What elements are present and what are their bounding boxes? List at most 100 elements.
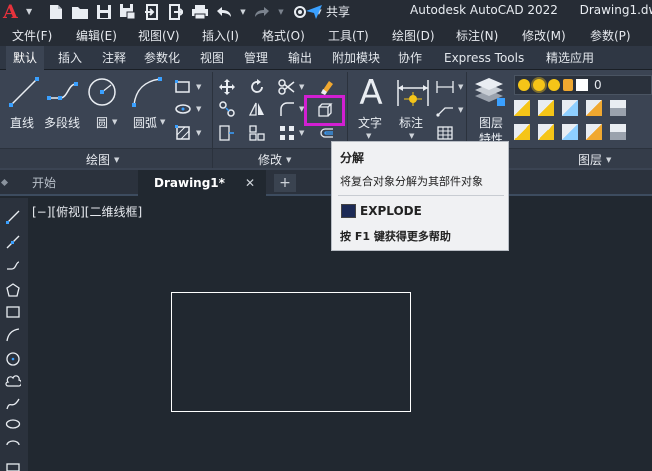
arc-tool[interactable]	[130, 76, 164, 111]
menu-file[interactable]: 文件(F)	[12, 27, 52, 44]
circle-label[interactable]: 圆	[96, 114, 108, 131]
text-label[interactable]: 文字	[358, 114, 382, 131]
trim-tool[interactable]	[276, 76, 298, 98]
layer-properties-tool[interactable]	[473, 76, 507, 111]
layer-thaw-icon[interactable]	[562, 124, 578, 140]
dimension-label[interactable]: 标注	[399, 114, 423, 131]
spline-icon[interactable]	[6, 397, 20, 414]
new-tab-button[interactable]: +	[274, 174, 296, 192]
leader-tool[interactable]	[434, 99, 456, 121]
polyline-icon[interactable]	[6, 259, 20, 276]
layer-unisolate-icon[interactable]	[538, 124, 554, 140]
menu-edit[interactable]: 编辑(E)	[76, 27, 117, 44]
print-icon[interactable]	[192, 4, 208, 20]
polyline-label[interactable]: 多段线	[44, 114, 80, 131]
move-tool[interactable]	[216, 76, 238, 98]
stretch-tool[interactable]	[216, 122, 238, 144]
text-tool-icon[interactable]: A	[354, 73, 388, 113]
new-file-icon[interactable]	[48, 4, 64, 20]
tab-default[interactable]: 默认	[6, 46, 45, 70]
tab-view[interactable]: 视图	[200, 46, 224, 70]
viewport-controls-label[interactable]: [−][俯视][二维线框]	[32, 203, 142, 220]
chevron-down-icon[interactable]: ▼	[458, 83, 463, 91]
chevron-down-icon[interactable]: ▼	[196, 105, 201, 113]
fillet-tool[interactable]	[276, 98, 298, 120]
copy-tool[interactable]	[216, 98, 238, 120]
menu-draw[interactable]: 绘图(D)	[392, 27, 435, 44]
tab-output[interactable]: 输出	[288, 46, 312, 70]
menu-dimension[interactable]: 标注(N)	[456, 27, 498, 44]
layers-panel-title[interactable]: 图层 ▼	[578, 151, 611, 168]
export-icon[interactable]	[168, 4, 184, 20]
arc-label[interactable]: 圆弧	[133, 114, 157, 131]
chevron-down-icon[interactable]: ▼	[299, 83, 304, 91]
rectangle-icon[interactable]	[6, 306, 20, 321]
rectangle-tool[interactable]	[172, 76, 194, 98]
chevron-down-icon[interactable]: ▼	[26, 7, 32, 16]
array-tool[interactable]	[276, 122, 298, 144]
layer-stack-icon[interactable]	[610, 100, 626, 116]
chevron-down-icon[interactable]: ▼	[458, 106, 463, 114]
layer-properties-label-1[interactable]: 图层	[479, 114, 503, 131]
polygon-icon[interactable]	[6, 283, 20, 300]
dimension-tool[interactable]	[396, 78, 430, 111]
tab-insert[interactable]: 插入	[58, 46, 82, 70]
insert-block-icon[interactable]	[6, 460, 20, 471]
ellipse-arc-icon[interactable]	[5, 439, 21, 454]
layer-off-icon[interactable]	[514, 100, 530, 116]
layer-freeze-icon[interactable]	[562, 100, 578, 116]
line-icon[interactable]	[6, 210, 20, 227]
menu-format[interactable]: 格式(O)	[262, 27, 305, 44]
save-icon[interactable]	[96, 4, 112, 20]
layer-isolate-icon[interactable]	[538, 100, 554, 116]
undo-icon[interactable]	[216, 4, 232, 20]
layer-on-icon[interactable]	[514, 124, 530, 140]
autocad-logo-icon[interactable]: A	[3, 1, 25, 23]
menu-tools[interactable]: 工具(T)	[328, 27, 369, 44]
rotate-tool[interactable]	[246, 76, 268, 98]
menu-insert[interactable]: 插入(I)	[202, 27, 239, 44]
menu-modify[interactable]: 修改(M)	[522, 27, 566, 44]
polyline-tool[interactable]	[46, 76, 80, 111]
redo-icon[interactable]	[254, 4, 270, 20]
tab-addins[interactable]: 附加模块	[332, 46, 380, 70]
ellipse-tool[interactable]	[172, 98, 194, 120]
import-icon[interactable]	[144, 4, 160, 20]
chevron-down-icon[interactable]: ▼	[299, 129, 304, 137]
tab-collaborate[interactable]: 协作	[398, 46, 422, 70]
chevron-down-icon[interactable]: ▼	[196, 129, 201, 137]
circle-icon[interactable]	[5, 351, 21, 370]
drawn-rectangle[interactable]	[171, 292, 411, 412]
tab-menu-icon[interactable]	[0, 178, 9, 187]
tab-express-tools[interactable]: Express Tools	[444, 46, 524, 70]
linear-dim-tool[interactable]	[434, 76, 456, 98]
layer-dropdown[interactable]: 0	[514, 75, 652, 95]
circle-tool[interactable]	[86, 76, 118, 111]
chevron-down-icon[interactable]: ▼	[160, 118, 165, 126]
chevron-down-icon[interactable]: ▼	[112, 118, 117, 126]
chevron-down-icon[interactable]: ▼	[278, 4, 284, 20]
close-icon[interactable]: ✕	[245, 176, 255, 190]
open-folder-icon[interactable]	[72, 4, 88, 20]
chevron-down-icon[interactable]: ▼	[366, 132, 371, 140]
modify-panel-title[interactable]: 修改 ▼	[258, 151, 291, 168]
arc-icon[interactable]	[6, 328, 20, 345]
construction-line-icon[interactable]	[6, 235, 20, 252]
tab-start[interactable]: 开始	[22, 170, 66, 196]
tab-annotate[interactable]: 注释	[102, 46, 126, 70]
hatch-tool[interactable]	[172, 122, 194, 144]
chevron-down-icon[interactable]: ▼	[240, 4, 246, 20]
share-button[interactable]: 共享	[306, 3, 350, 20]
chevron-down-icon[interactable]: ▼	[196, 83, 201, 91]
revision-cloud-icon[interactable]	[5, 374, 23, 391]
draw-panel-title[interactable]: 绘图 ▼	[86, 151, 119, 168]
ellipse-icon[interactable]	[5, 418, 21, 433]
scale-tool[interactable]	[246, 122, 268, 144]
line-label[interactable]: 直线	[10, 114, 34, 131]
menu-parametric[interactable]: 参数(P)	[590, 27, 631, 44]
layer-unlock-icon[interactable]	[586, 124, 602, 140]
mirror-tool[interactable]	[246, 98, 268, 120]
tab-featured-apps[interactable]: 精选应用	[546, 46, 594, 70]
layer-match-icon[interactable]	[610, 124, 626, 140]
save-as-icon[interactable]	[120, 4, 136, 20]
